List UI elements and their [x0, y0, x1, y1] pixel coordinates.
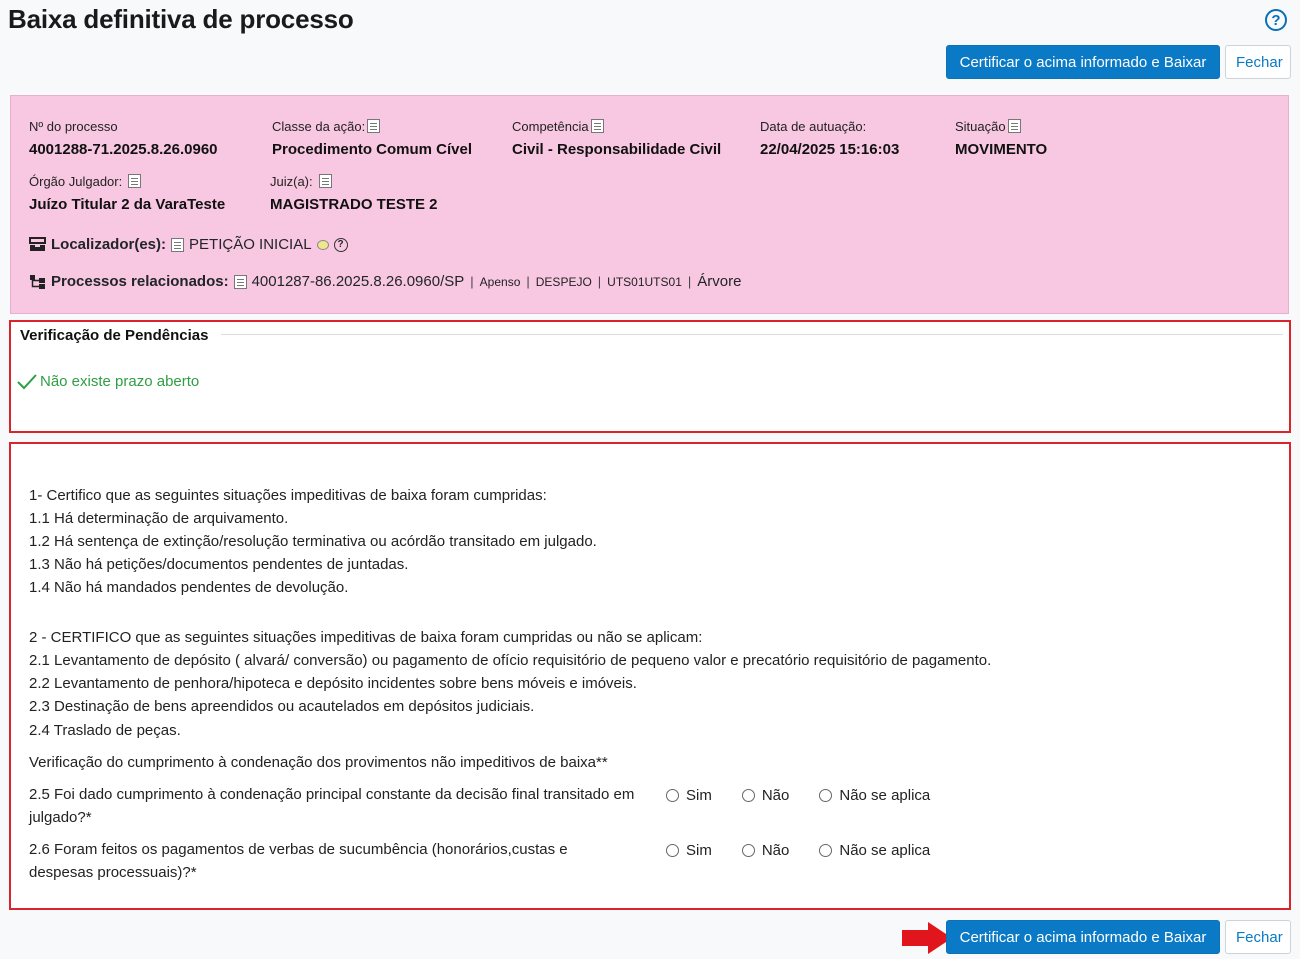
radio-nao-se-aplica[interactable]: Não se aplica [819, 842, 930, 859]
pendencias-status: Não existe prazo aberto [17, 373, 199, 390]
radio-group-2-6: Sim Não Não se aplica [666, 842, 960, 859]
localizador-value[interactable]: PETIÇÃO INICIAL [189, 236, 312, 253]
list-details-icon[interactable] [128, 174, 142, 188]
radio-circle[interactable] [666, 789, 679, 802]
cert-line: 2.1 Levantamento de depósito ( alvará/ c… [29, 652, 992, 669]
cert-line: 2.3 Destinação de bens apreendidos ou ac… [29, 698, 535, 715]
comment-icon[interactable] [316, 239, 329, 250]
relacionado-classe: DESPEJO [535, 274, 592, 289]
relacionados-row: Processos relacionados: 4001287-86.2025.… [29, 273, 741, 290]
radio-circle[interactable] [741, 844, 755, 857]
radio-sim[interactable]: Sim [666, 842, 712, 859]
close-button-bottom[interactable]: Fechar [1225, 920, 1291, 954]
juiz-value: MAGISTRADO TESTE 2 [270, 196, 438, 213]
pendencias-status-text: Não existe prazo aberto [40, 373, 200, 390]
field-classe: Classe da ação: Procedimento Comum Cível [272, 118, 473, 159]
relacionado-orgao: UTS01UTS01 [607, 274, 682, 289]
list-details-icon[interactable] [318, 174, 332, 188]
cert-line: 2 - CERTIFICO que as seguintes situações… [29, 629, 703, 646]
radio-circle[interactable] [819, 844, 833, 857]
question-2-6: 2.6 Foram feitos os pagamentos de verbas… [29, 841, 568, 881]
relacionado-numero-link[interactable]: 4001287-86.2025.8.26.0960/SP [252, 273, 465, 290]
help-icon[interactable]: ? [1265, 9, 1287, 31]
juiz-label: Juiz(a): [270, 173, 313, 189]
orgao-label: Órgão Julgador: [29, 173, 123, 189]
competencia-value: Civil - Responsabilidade Civil [512, 141, 722, 158]
cert-line: 2.4 Traslado de peças. [29, 722, 181, 739]
cert-line: 1.4 Não há mandados pendentes de devoluç… [29, 579, 349, 596]
question-icon[interactable]: ? [333, 237, 348, 252]
radio-circle[interactable] [666, 844, 679, 857]
check-icon [17, 373, 37, 389]
process-info-panel: Nº do processo 4001288-71.2025.8.26.0960… [10, 95, 1289, 314]
list-details-icon[interactable] [367, 119, 381, 133]
page-title: Baixa definitiva de processo [8, 4, 354, 34]
radio-nao-se-aplica[interactable]: Não se aplica [819, 787, 930, 804]
list-details-icon[interactable] [590, 119, 604, 133]
divider [221, 334, 1283, 335]
field-competencia: Competência Civil - Responsabilidade Civ… [512, 118, 722, 159]
data-label: Data de autuação: [760, 118, 867, 134]
list-details-icon[interactable] [171, 237, 185, 252]
relacionado-tipo: Apenso [479, 274, 521, 289]
list-details-icon[interactable] [233, 274, 247, 289]
radio-circle[interactable] [819, 789, 833, 802]
cert-line: 1.3 Não há petições/documentos pendentes… [29, 556, 409, 573]
classe-label: Classe da ação: [272, 118, 366, 134]
data-value: 22/04/2025 15:16:03 [760, 141, 900, 158]
radio-group-2-5: Sim Não Não se aplica [666, 787, 960, 804]
hierarchy-icon [30, 275, 45, 289]
cert-line: 2.2 Levantamento de penhora/hipoteca e d… [29, 675, 637, 692]
field-juiz: Juiz(a): MAGISTRADO TESTE 2 [270, 173, 438, 214]
radio-nao[interactable]: Não [741, 787, 789, 804]
list-details-icon[interactable] [1007, 119, 1021, 133]
field-numero: Nº do processo 4001288-71.2025.8.26.0960 [29, 118, 218, 159]
verificacao-heading: Verificação do cumprimento à condenação … [29, 754, 608, 771]
numero-value[interactable]: 4001288-71.2025.8.26.0960 [29, 141, 218, 158]
pendencias-section: Verificação de Pendências Não existe pra… [9, 320, 1291, 433]
numero-label: Nº do processo [29, 118, 118, 134]
radio-sim[interactable]: Sim [666, 787, 712, 804]
field-orgao: Órgão Julgador: Juízo Titular 2 da VaraT… [29, 173, 226, 214]
certify-and-close-button-bottom[interactable]: Certificar o acima informado e Baixar [946, 920, 1220, 954]
cert-line: 1.1 Há determinação de arquivamento. [29, 510, 289, 527]
arvore-link[interactable]: Árvore [697, 273, 741, 290]
pendencias-title: Verificação de Pendências [20, 327, 209, 344]
classe-value: Procedimento Comum Cível [272, 141, 473, 158]
localizador-label: Localizador(es): [51, 236, 167, 253]
field-situacao: Situação MOVIMENTO [955, 118, 1048, 159]
relacionados-label: Processos relacionados: [51, 273, 229, 290]
cert-line: 1.2 Há sentença de extinção/resolução te… [29, 533, 597, 550]
situacao-value: MOVIMENTO [955, 141, 1048, 158]
cert-line: 1- Certifico que as seguintes situações … [29, 487, 547, 504]
radio-nao[interactable]: Não [741, 842, 789, 859]
competencia-label: Competência [512, 118, 589, 134]
certify-and-close-button-top[interactable]: Certificar o acima informado e Baixar [946, 45, 1220, 79]
certificacao-section: 1- Certifico que as seguintes situações … [9, 442, 1291, 910]
orgao-value: Juízo Titular 2 da VaraTeste [29, 196, 226, 213]
close-button-top[interactable]: Fechar [1225, 45, 1291, 79]
tray-icon [29, 237, 46, 251]
radio-circle[interactable] [741, 789, 755, 802]
field-data-autuacao: Data de autuação: 22/04/2025 15:16:03 [760, 118, 900, 159]
localizador-row: Localizador(es): PETIÇÃO INICIAL ? [29, 236, 348, 253]
question-2-5: 2.5 Foi dado cumprimento à condenação pr… [29, 786, 635, 826]
situacao-label: Situação [955, 118, 1006, 134]
